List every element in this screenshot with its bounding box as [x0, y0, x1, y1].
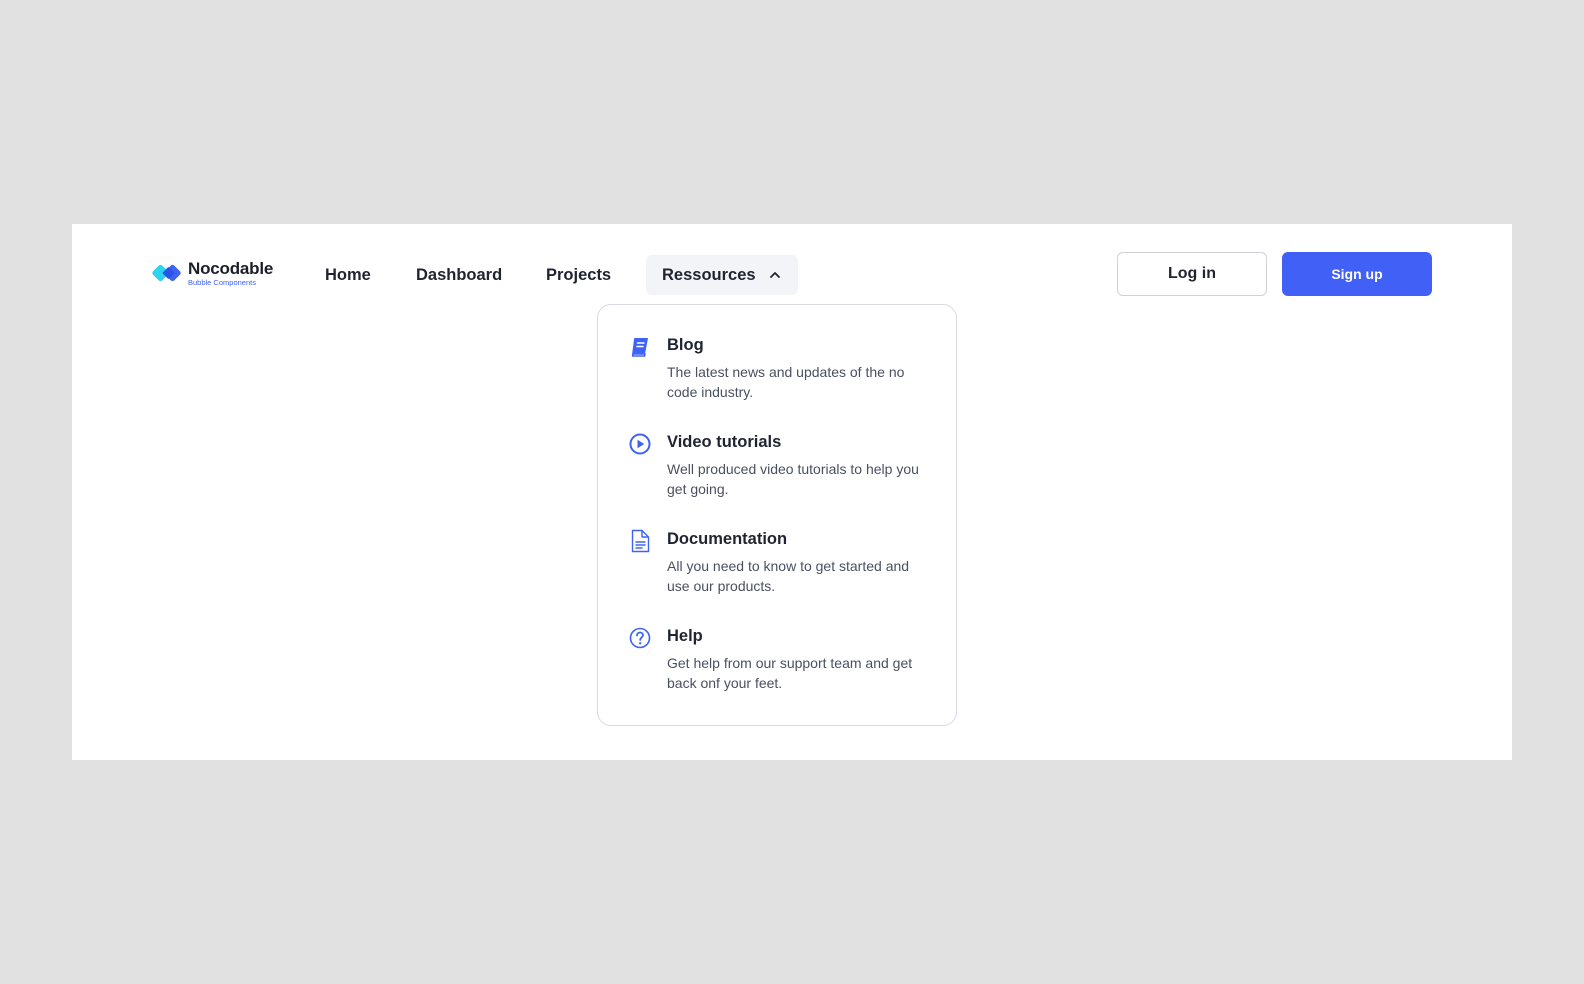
- document-icon: [631, 529, 650, 553]
- dropdown-item-help[interactable]: Help Get help from our support team and …: [628, 626, 928, 693]
- signup-button[interactable]: Sign up: [1282, 252, 1432, 296]
- nav-ressources-label: Ressources: [662, 265, 756, 284]
- dropdown-item-video-tutorials[interactable]: Video tutorials Well produced video tuto…: [628, 432, 928, 499]
- chevron-up-icon: [769, 272, 780, 278]
- dropdown-item-title: Blog: [667, 336, 704, 354]
- logo-mark-icon: [152, 265, 181, 282]
- navbar-card: Nocodable Bubble Components Home Dashboa…: [72, 224, 1512, 760]
- nav-ressources[interactable]: Ressources: [646, 255, 798, 295]
- nav-dashboard[interactable]: Dashboard: [416, 255, 502, 295]
- dropdown-item-title: Video tutorials: [667, 433, 782, 451]
- question-circle-icon: [629, 627, 651, 649]
- dropdown-item-description: All you need to know to get started and …: [667, 558, 910, 594]
- brand-name: Nocodable: [188, 259, 274, 278]
- nav-home[interactable]: Home: [325, 255, 371, 295]
- nav-dashboard-label: Dashboard: [416, 265, 503, 284]
- book-icon: [631, 337, 648, 357]
- dropdown-item-description: Get help from our support team and get b…: [667, 655, 913, 691]
- dropdown-item-title: Documentation: [667, 530, 788, 548]
- dropdown-item-blog[interactable]: Blog The latest news and updates of the …: [628, 335, 928, 402]
- play-circle-icon: [629, 433, 651, 455]
- dropdown-item-description: Well produced video tutorials to help yo…: [667, 461, 919, 497]
- nav-projects[interactable]: Projects: [546, 255, 611, 295]
- nav-projects-label: Projects: [546, 265, 612, 284]
- brand-tagline: Bubble Components: [188, 278, 256, 287]
- dropdown-item-documentation[interactable]: Documentation All you need to know to ge…: [628, 529, 928, 596]
- nav-home-label: Home: [325, 265, 371, 284]
- logo[interactable]: Nocodable Bubble Components: [152, 260, 273, 287]
- login-button[interactable]: Log in: [1117, 252, 1267, 296]
- dropdown-item-description: The latest news and updates of the no co…: [667, 364, 905, 400]
- ressources-dropdown: Blog The latest news and updates of the …: [597, 304, 957, 726]
- dropdown-item-title: Help: [667, 627, 703, 645]
